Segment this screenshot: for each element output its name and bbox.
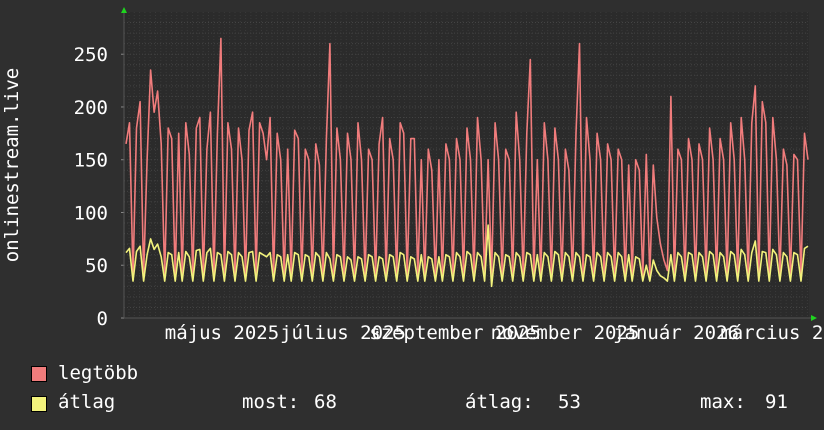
x-tick-label: május 2025 xyxy=(165,322,279,344)
legend-label-max: legtöbb xyxy=(58,362,139,384)
y-tick-label: 250 xyxy=(74,44,108,66)
x-tick-label: március 2026 xyxy=(720,322,824,344)
y-tick-labels: 0 50 100 150 200 250 xyxy=(74,44,124,330)
y-tick-label: 100 xyxy=(74,202,108,224)
y-axis-arrow-icon xyxy=(121,7,127,13)
x-axis-arrow-icon xyxy=(811,315,817,321)
stat-avg-label: átlag: xyxy=(465,391,534,413)
y-tick-label: 200 xyxy=(74,97,108,119)
legend-swatch-max xyxy=(31,366,47,382)
x-tick-labels: május 2025 július 2025szeptember 2025nove… xyxy=(165,322,824,344)
y-tick-label: 150 xyxy=(74,150,108,172)
y-tick-label: 50 xyxy=(85,255,108,277)
legend-swatch-avg xyxy=(31,396,47,412)
stat-now-value: 68 xyxy=(314,391,337,413)
y-axis-label: onlinestream.live xyxy=(1,68,23,262)
y-tick-label: 0 xyxy=(97,308,108,330)
line-chart: 0 50 100 150 200 250 május 2025 július 2025sze… xyxy=(1,7,824,344)
stat-now-label: most: xyxy=(242,391,300,413)
stat-max-label: max: xyxy=(700,391,746,413)
stat-avg-value: 53 xyxy=(558,391,581,413)
stat-max-value: 91 xyxy=(765,391,788,413)
legend-label-avg: átlag xyxy=(58,391,116,413)
